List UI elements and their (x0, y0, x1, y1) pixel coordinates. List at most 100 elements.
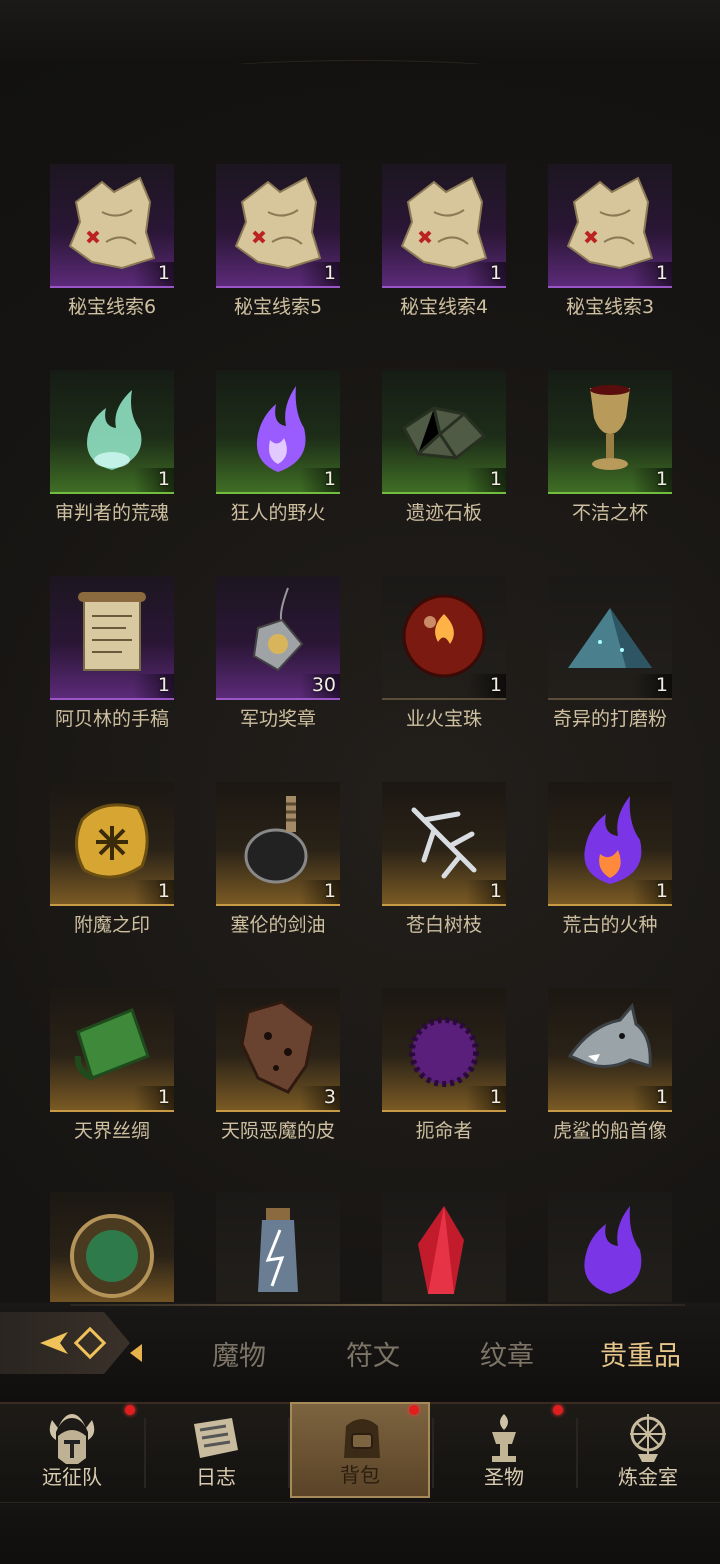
item-name: 天陨恶魔的皮 (220, 1120, 335, 1142)
item-name: 天界丝绸 (73, 1120, 150, 1142)
item-tile[interactable]: 1 (216, 164, 340, 288)
item-name: 遗迹石板 (405, 502, 482, 524)
inventory-item[interactable]: 3 天陨恶魔的皮 (216, 988, 382, 1188)
item-quantity: 1 (323, 880, 336, 902)
treasure-map-icon (400, 176, 488, 270)
item-tile[interactable]: 1 (382, 164, 506, 288)
item-tile[interactable]: 30 (216, 576, 340, 700)
item-tile[interactable] (548, 1192, 672, 1308)
item-tile[interactable]: 1 (50, 576, 174, 700)
nav-relics[interactable]: 圣物 (434, 1402, 574, 1498)
item-name: 秘宝线索4 (399, 296, 489, 318)
inventory-item[interactable]: 1 审判者的荒魂 (50, 370, 216, 570)
inventory-item[interactable]: 1 荒古的火种 (548, 782, 714, 982)
relic-icon (492, 1414, 516, 1462)
nav-label: 远征队 (42, 1465, 102, 1489)
item-tile[interactable]: 1 (50, 164, 174, 288)
item-tile[interactable]: 3 (216, 988, 340, 1112)
item-tile[interactable] (382, 1192, 506, 1308)
item-name: 附魔之印 (73, 914, 150, 936)
inventory-item[interactable]: 1 遗迹石板 (382, 370, 548, 570)
inventory-item[interactable]: 1 秘宝线索6 (50, 164, 216, 364)
item-tile[interactable]: 1 (548, 782, 672, 906)
item-quantity: 1 (489, 674, 502, 696)
item-name: 阿贝林的手稿 (54, 708, 169, 730)
goblet-icon (590, 385, 630, 470)
item-name: 扼命者 (415, 1120, 473, 1142)
inventory-item[interactable]: 1 虎鲨的船首像 (548, 988, 714, 1188)
nav-alchemy[interactable]: 炼金室 (578, 1402, 718, 1498)
item-quantity: 1 (323, 468, 336, 490)
item-tile[interactable]: 1 (382, 782, 506, 906)
item-tile[interactable]: 1 (548, 988, 672, 1112)
inventory-item[interactable]: 1 不洁之杯 (548, 370, 714, 570)
inventory-item[interactable]: 1 塞伦的剑油 (216, 782, 382, 982)
nav-label: 背包 (340, 1463, 380, 1487)
inventory-item[interactable]: 1 秘宝线索4 (382, 164, 548, 364)
item-name: 荒古的火种 (562, 914, 658, 936)
item-tile[interactable]: 1 (548, 576, 672, 700)
inventory-item[interactable]: 1 业火宝珠 (382, 576, 548, 776)
item-tile[interactable]: 1 (382, 988, 506, 1112)
item-quantity: 1 (655, 674, 668, 696)
item-name: 狂人的野火 (230, 502, 326, 524)
item-tile[interactable]: 1 (382, 370, 506, 494)
nav-badge-backpack (409, 1405, 419, 1415)
tab-monsters[interactable]: 魔物 (212, 1334, 266, 1373)
item-tile[interactable]: 1 (50, 988, 174, 1112)
inventory-item[interactable]: 1 狂人的野火 (216, 370, 382, 570)
tab-runes[interactable]: 符文 (346, 1334, 400, 1373)
pale-branch-icon (411, 807, 477, 879)
red-crystal-icon (418, 1206, 464, 1294)
inventory-item[interactable]: 1 扼命者 (382, 988, 548, 1188)
item-quantity: 1 (157, 674, 170, 696)
alchemy-icon (630, 1414, 666, 1462)
inventory-item[interactable]: 1 奇异的打磨粉 (548, 576, 714, 776)
enchant-seal-icon (75, 803, 149, 879)
item-quantity: 1 (157, 262, 170, 284)
item-tile[interactable]: 1 (50, 370, 174, 494)
item-tile[interactable]: 1 (216, 782, 340, 906)
item-tile[interactable]: 1 (382, 576, 506, 700)
purple-flame-icon (256, 386, 306, 472)
journal-icon (194, 1418, 238, 1458)
item-name: 秘宝线索5 (233, 296, 323, 318)
nav-badge-expedition (125, 1405, 135, 1415)
item-tile[interactable]: 1 (216, 370, 340, 494)
item-tile[interactable] (216, 1192, 340, 1308)
item-name: 审判者的荒魂 (54, 502, 169, 524)
treasure-map-icon (68, 176, 156, 270)
nav-backpack[interactable]: 背包 (290, 1402, 430, 1498)
inventory-item[interactable]: 30 军功奖章 (216, 576, 382, 776)
tab-crests[interactable]: 纹章 (480, 1334, 534, 1373)
item-quantity: 3 (323, 1086, 336, 1108)
category-collapse-button[interactable] (0, 1312, 130, 1374)
inventory-item[interactable]: 1 秘宝线索5 (216, 164, 382, 364)
item-name: 秘宝线索6 (67, 296, 157, 318)
helmet-icon (49, 1414, 95, 1464)
scroll-left-icon[interactable] (130, 1344, 142, 1362)
inventory-item[interactable]: 1 附魔之印 (50, 782, 216, 982)
item-quantity: 1 (655, 262, 668, 284)
inventory-item[interactable]: 1 天界丝绸 (50, 988, 216, 1188)
item-tile[interactable]: 1 (50, 782, 174, 906)
lightning-bottle-icon (258, 1208, 298, 1292)
item-quantity: 1 (157, 468, 170, 490)
inventory-item[interactable]: 1 秘宝线索3 (548, 164, 714, 364)
inventory-item[interactable]: 1 苍白树枝 (382, 782, 548, 982)
item-name: 军功奖章 (239, 708, 316, 730)
nav-expedition[interactable]: 远征队 (2, 1402, 142, 1498)
item-tile[interactable]: 1 (548, 164, 672, 288)
inventory-item[interactable]: 1 阿贝林的手稿 (50, 576, 216, 776)
item-quantity: 1 (489, 1086, 502, 1108)
jade-amulet-icon (70, 1214, 154, 1298)
item-tile[interactable]: 1 (548, 370, 672, 494)
violet-flame-icon (584, 1206, 642, 1294)
item-tile[interactable] (50, 1192, 174, 1308)
tab-valuables[interactable]: 贵重品 (600, 1334, 681, 1373)
item-quantity: 1 (157, 1086, 170, 1108)
item-name: 虎鲨的船首像 (552, 1120, 667, 1142)
category-divider (70, 1304, 685, 1306)
nav-journal[interactable]: 日志 (146, 1402, 286, 1498)
arrow-left-icon (40, 1326, 107, 1360)
